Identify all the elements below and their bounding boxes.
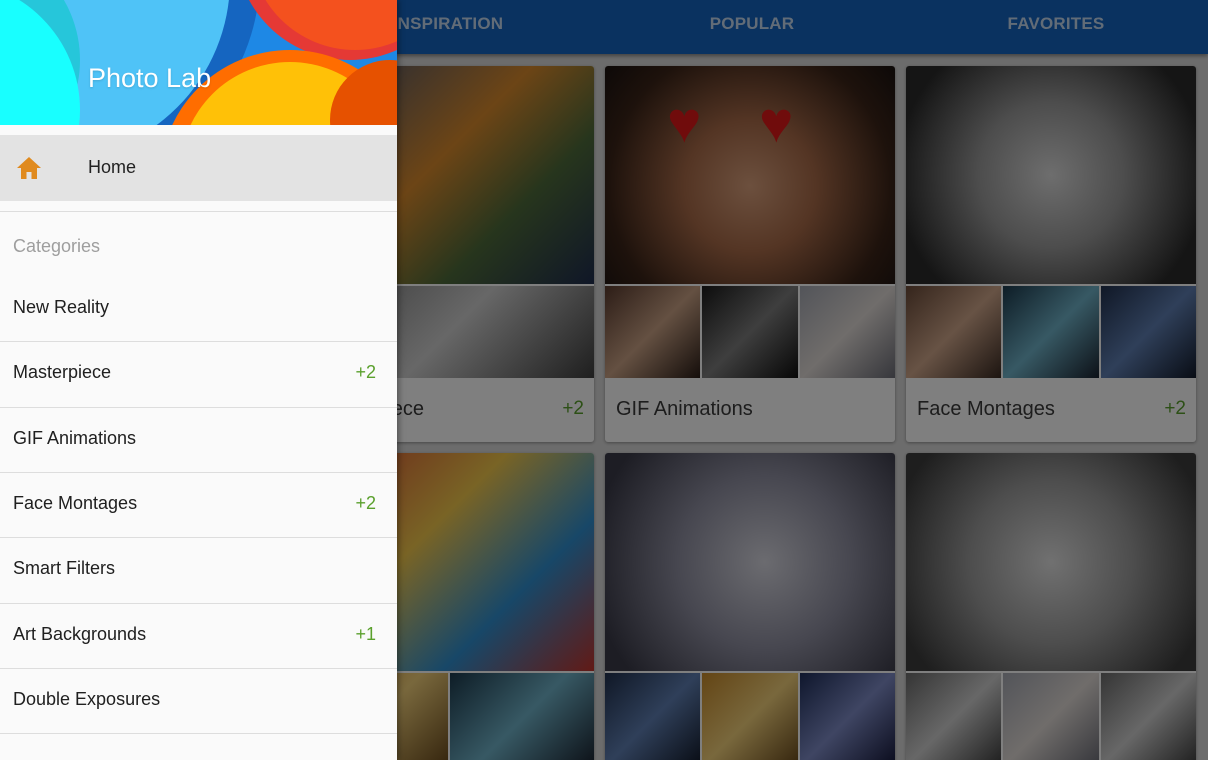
drawer-item-label: GIF Animations — [13, 428, 137, 448]
divider — [0, 211, 397, 212]
drawer-item-label: Masterpiece — [13, 362, 112, 382]
drawer-item-face-montages[interactable]: Face Montages +2 — [0, 473, 397, 538]
drawer-item-label: Home — [88, 157, 137, 177]
drawer-item-gif-animations[interactable]: GIF Animations — [0, 408, 397, 473]
drawer-item-masterpiece[interactable]: Masterpiece +2 — [0, 342, 397, 407]
divider — [0, 733, 397, 734]
drawer-item-label: Smart Filters — [13, 558, 116, 578]
drawer-header: Photo Lab — [0, 0, 397, 125]
drawer-item-badge: +2 — [355, 362, 376, 382]
drawer-item-home[interactable]: Home — [0, 135, 397, 201]
drawer-item-art-backgrounds[interactable]: Art Backgrounds +1 — [0, 604, 397, 669]
drawer-item-label: Double Exposures — [13, 689, 161, 709]
categories-header: Categories — [13, 236, 101, 256]
drawer-item-label: New Reality — [13, 297, 110, 317]
drawer-item-smart-filters[interactable]: Smart Filters — [0, 538, 397, 603]
app-title: Photo Lab — [88, 63, 212, 93]
drawer-item-badge: +2 — [355, 493, 376, 513]
drawer-item-label: Art Backgrounds — [13, 624, 147, 644]
drawer-item-double-exposures[interactable]: Double Exposures — [0, 669, 397, 734]
navigation-drawer: Photo Lab Home Categories New Reality Ma… — [0, 0, 397, 760]
home-icon — [17, 157, 41, 179]
drawer-item-label: Face Montages — [13, 493, 138, 513]
drawer-item-new-reality[interactable]: New Reality — [0, 277, 397, 342]
drawer-item-badge: +1 — [355, 624, 376, 644]
